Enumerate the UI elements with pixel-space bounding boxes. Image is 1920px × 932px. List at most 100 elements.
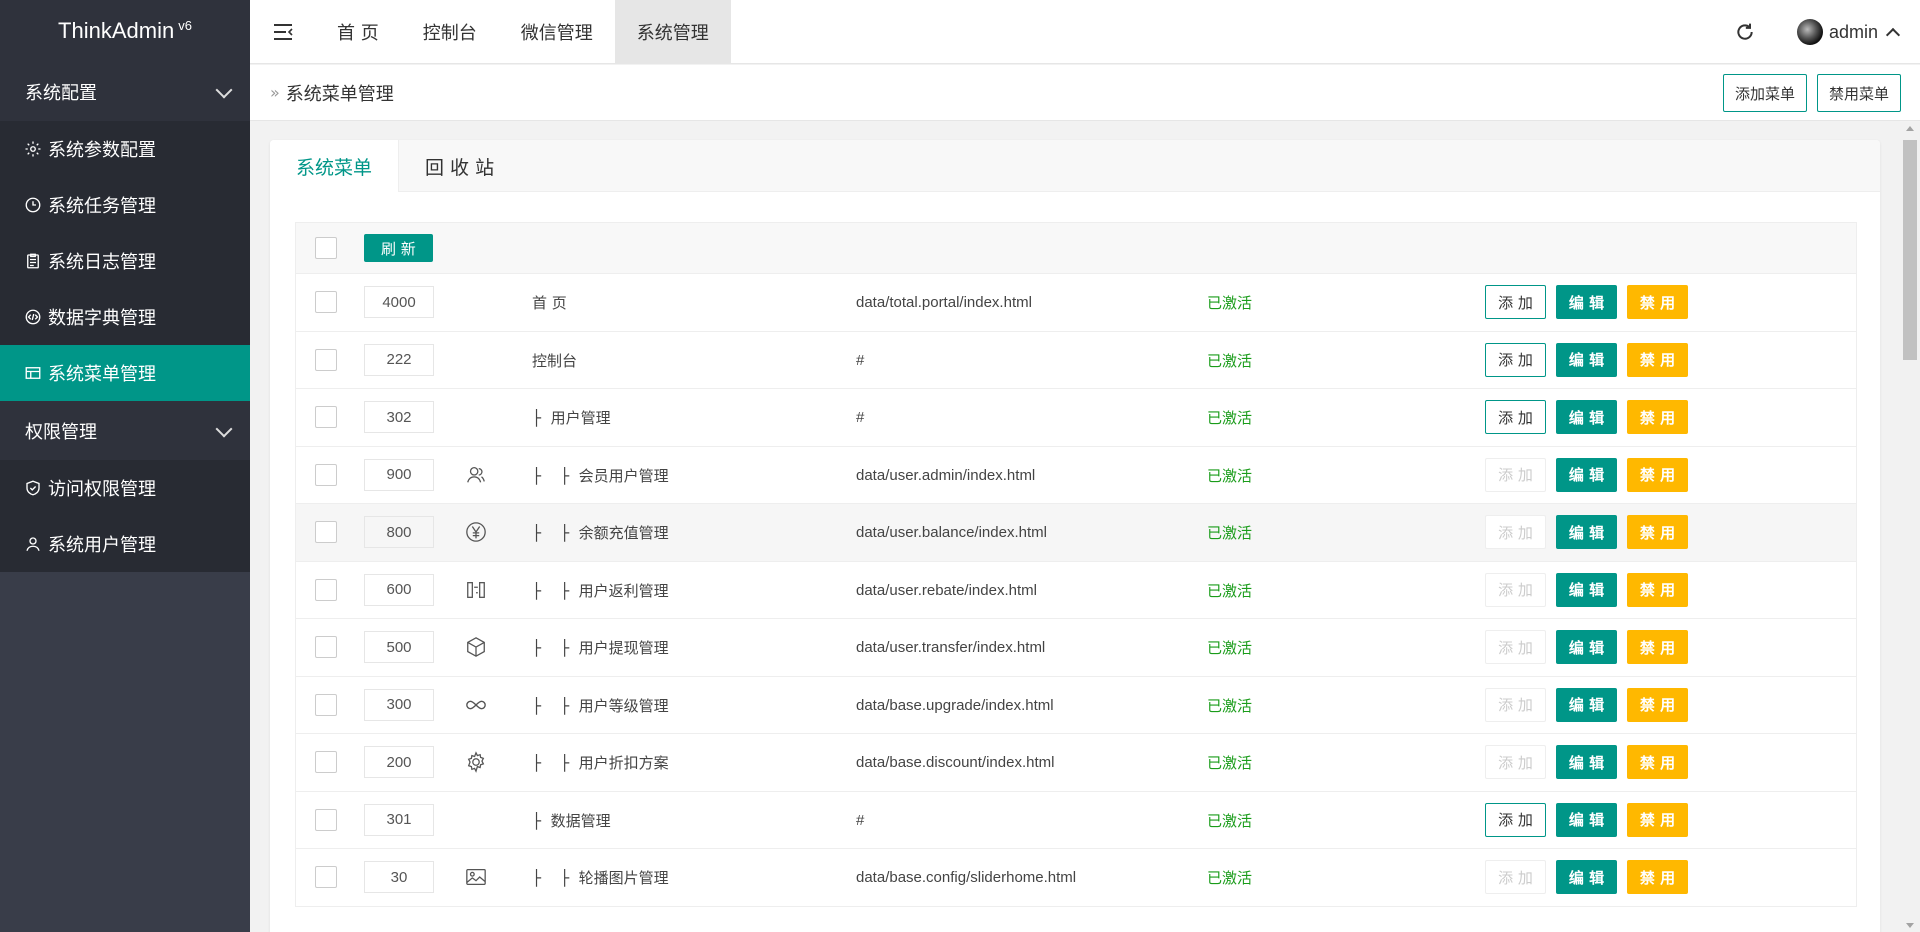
sort-input[interactable]: 302 — [364, 401, 434, 434]
disable-button[interactable]: 禁 用 — [1627, 285, 1688, 319]
disable-button[interactable]: 禁 用 — [1627, 572, 1688, 607]
status-badge: 已激活 — [1207, 409, 1253, 427]
row-checkbox[interactable] — [315, 578, 337, 601]
edit-button[interactable]: 编 辑 — [1556, 515, 1617, 549]
row-checkbox[interactable] — [315, 866, 337, 889]
page-title: 系统菜单管理 — [285, 83, 394, 105]
sort-input[interactable]: 300 — [364, 688, 434, 721]
disable-button[interactable]: 禁 用 — [1627, 860, 1688, 894]
top-nav-wechat[interactable]: 微信管理 — [499, 0, 615, 64]
tab-system-menu[interactable]: 系统菜单 — [270, 140, 400, 192]
refresh-button[interactable]: 刷 新 — [364, 234, 433, 262]
row-checkbox[interactable] — [315, 521, 337, 544]
disable-button[interactable]: 禁 用 — [1627, 457, 1688, 492]
sort-input[interactable]: 800 — [364, 516, 434, 549]
edit-button[interactable]: 编 辑 — [1556, 572, 1617, 607]
sidebar-group-permission[interactable]: 权限管理 — [0, 401, 250, 460]
edit-button[interactable]: 编 辑 — [1556, 457, 1617, 492]
row-checkbox[interactable] — [315, 808, 337, 831]
edit-button[interactable]: 编 辑 — [1556, 630, 1617, 664]
scroll-up-arrow-icon[interactable] — [1906, 126, 1914, 131]
row-checkbox[interactable] — [315, 636, 337, 659]
disable-button[interactable]: 禁 用 — [1627, 745, 1688, 779]
row-checkbox[interactable] — [315, 348, 337, 371]
row-checkbox[interactable] — [315, 406, 337, 429]
image-icon — [464, 865, 488, 889]
add-menu-button[interactable]: 添加菜单 — [1722, 74, 1807, 112]
sort-input[interactable]: 4000 — [364, 286, 434, 319]
logo-text: ThinkAdmin — [58, 18, 175, 43]
add-button: 添 加 — [1485, 572, 1546, 607]
sidebar-item-label: 数据字典管理 — [48, 308, 156, 329]
sidebar-item-system-users[interactable]: 系统用户管理 — [0, 516, 250, 572]
sidebar-item-system-tasks[interactable]: 系统任务管理 — [0, 177, 250, 233]
sort-input[interactable]: 600 — [364, 573, 434, 606]
user-name: admin — [1828, 21, 1878, 42]
sidebar-item-system-params[interactable]: 系统参数配置 — [0, 121, 250, 177]
scroll-down-arrow-icon[interactable] — [1906, 923, 1914, 928]
sidebar-group-system-config[interactable]: 系统配置 — [0, 62, 250, 121]
top-nav-home[interactable]: 首 页 — [315, 0, 401, 64]
menu-title: ├ ├ 会员用户管理 — [532, 466, 669, 485]
table-row: 4000 首 页 data/total.portal/index.html 已激… — [295, 274, 1857, 332]
sidebar-item-system-menu[interactable]: 系统菜单管理 — [0, 345, 250, 401]
disable-button[interactable]: 禁 用 — [1627, 515, 1688, 549]
disable-button[interactable]: 禁 用 — [1627, 400, 1688, 434]
sort-input[interactable]: 200 — [364, 746, 434, 779]
menu-url: data/user.admin/index.html — [856, 466, 1036, 484]
edit-button[interactable]: 编 辑 — [1556, 802, 1617, 837]
row-checkbox[interactable] — [315, 751, 337, 774]
table-row: 300 ├ ├ 用户等级管理 data/base.upgrade/index.h… — [295, 676, 1857, 734]
clock-icon — [24, 196, 42, 214]
edit-button[interactable]: 编 辑 — [1556, 342, 1617, 377]
sort-input[interactable]: 900 — [364, 458, 434, 491]
cube-icon — [464, 635, 488, 659]
status-badge: 已激活 — [1207, 524, 1253, 542]
row-checkbox[interactable] — [315, 693, 337, 716]
sidebar: ThinkAdminv6 系统配置 系统参数配置 系统任务管理 系统日志管理 — [0, 0, 250, 932]
add-button[interactable]: 添 加 — [1485, 400, 1546, 434]
code-icon — [24, 308, 42, 326]
add-button[interactable]: 添 加 — [1485, 342, 1546, 377]
disable-menu-button[interactable]: 禁用菜单 — [1816, 74, 1901, 112]
disable-button[interactable]: 禁 用 — [1627, 342, 1688, 377]
status-badge: 已激活 — [1207, 754, 1253, 772]
refresh-icon[interactable] — [1733, 20, 1757, 44]
sidebar-item-system-logs[interactable]: 系统日志管理 — [0, 233, 250, 289]
sort-input[interactable]: 500 — [364, 631, 434, 664]
row-checkbox[interactable] — [315, 291, 337, 314]
edit-button[interactable]: 编 辑 — [1556, 285, 1617, 319]
top-nav-system[interactable]: 系统管理 — [614, 0, 731, 64]
sidebar-item-access-permission[interactable]: 访问权限管理 — [0, 460, 250, 516]
disable-button[interactable]: 禁 用 — [1627, 630, 1688, 664]
top-header: 首 页 控制台 微信管理 系统管理 admin — [250, 0, 1920, 64]
logo[interactable]: ThinkAdmin v6 — [0, 0, 250, 62]
sort-input[interactable]: 222 — [364, 343, 434, 376]
menu-toggle-icon[interactable] — [250, 0, 315, 64]
user-menu[interactable]: admin — [1796, 19, 1901, 45]
chevron-down-icon — [215, 81, 233, 99]
edit-button[interactable]: 编 辑 — [1556, 745, 1617, 779]
status-badge: 已激活 — [1207, 294, 1253, 312]
scroll-thumb[interactable] — [1903, 140, 1917, 360]
users-icon — [464, 463, 488, 487]
edit-button[interactable]: 编 辑 — [1556, 687, 1617, 722]
add-button[interactable]: 添 加 — [1485, 285, 1546, 319]
sort-input[interactable]: 30 — [364, 861, 434, 894]
tab-bar: 系统菜单 回 收 站 — [270, 140, 1880, 192]
select-all-checkbox[interactable] — [315, 237, 337, 259]
tab-recycle-bin[interactable]: 回 收 站 — [399, 140, 520, 192]
sidebar-item-data-dict[interactable]: 数据字典管理 — [0, 289, 250, 345]
menu-title: ├ 用户管理 — [532, 409, 611, 427]
add-button[interactable]: 添 加 — [1485, 802, 1546, 837]
table-row: 200 ├ ├ 用户折扣方案 data/base.discount/index.… — [295, 734, 1857, 792]
edit-button[interactable]: 编 辑 — [1556, 400, 1617, 434]
sort-input[interactable]: 301 — [364, 803, 434, 836]
disable-button[interactable]: 禁 用 — [1627, 802, 1688, 837]
row-checkbox[interactable] — [315, 463, 337, 486]
top-nav-console[interactable]: 控制台 — [401, 0, 499, 64]
status-badge: 已激活 — [1207, 466, 1253, 485]
scrollbar[interactable] — [1900, 122, 1920, 932]
edit-button[interactable]: 编 辑 — [1556, 860, 1617, 894]
disable-button[interactable]: 禁 用 — [1627, 687, 1688, 722]
